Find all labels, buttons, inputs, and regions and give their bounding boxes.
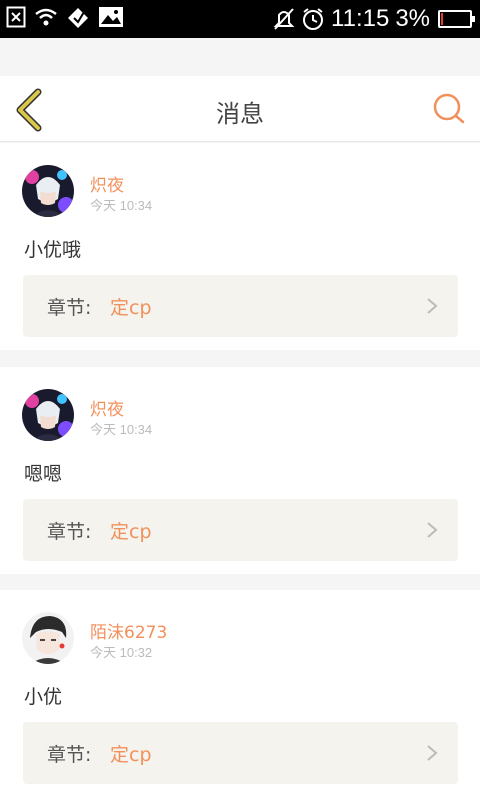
message-item: 炽夜 今天 10:34 嗯嗯 章节: 定cp [0,367,480,574]
chevron-right-icon [427,522,438,538]
status-right: 11:15 3% [273,4,475,34]
avatar[interactable] [22,389,74,441]
chapter-name: 定cp [110,744,152,766]
chapter-label: 章节: [47,744,92,766]
battery-percent: 3% [395,5,430,32]
header-bar: 消息 [0,76,480,142]
mute-icon [273,8,295,30]
chapter-name: 定cp [110,297,152,319]
alarm-icon [303,8,324,30]
message-time: 今天 10:34 [90,422,153,437]
close-box-icon [6,6,26,28]
chevron-right-icon [427,298,438,314]
message-content: 小优 [24,686,63,708]
battery-icon [438,10,475,28]
status-bar: 11:15 3% [0,0,480,38]
message-time: 今天 10:32 [90,645,153,660]
search-button[interactable] [432,92,466,126]
chapter-link[interactable]: 章节: 定cp [23,499,458,561]
username[interactable]: 炽夜 [90,395,124,420]
wifi-icon [35,8,57,26]
search-icon [433,93,465,124]
page-title: 消息 [216,100,264,128]
message-content: 小优哦 [24,239,82,261]
avatar[interactable] [22,165,74,217]
chapter-name: 定cp [110,521,152,543]
avatar[interactable] [22,612,74,664]
username[interactable]: 陌沫6273 [90,618,167,643]
message-item: 陌沫6273 今天 10:32 小优 章节: 定cp [0,590,480,800]
message-time: 今天 10:34 [90,198,153,213]
status-left-icons [6,6,124,28]
chapter-label: 章节: [47,521,92,543]
chapter-link[interactable]: 章节: 定cp [23,275,458,337]
chapter-label: 章节: [47,297,92,319]
signal-icon [68,8,88,28]
message-item: 炽夜 今天 10:34 小优哦 章节: 定cp [0,143,480,350]
username[interactable]: 炽夜 [90,171,124,196]
chevron-right-icon [427,745,438,761]
image-icon [99,7,123,27]
chapter-link[interactable]: 章节: 定cp [23,722,458,784]
message-content: 嗯嗯 [24,463,63,485]
clock: 11:15 [331,5,390,32]
